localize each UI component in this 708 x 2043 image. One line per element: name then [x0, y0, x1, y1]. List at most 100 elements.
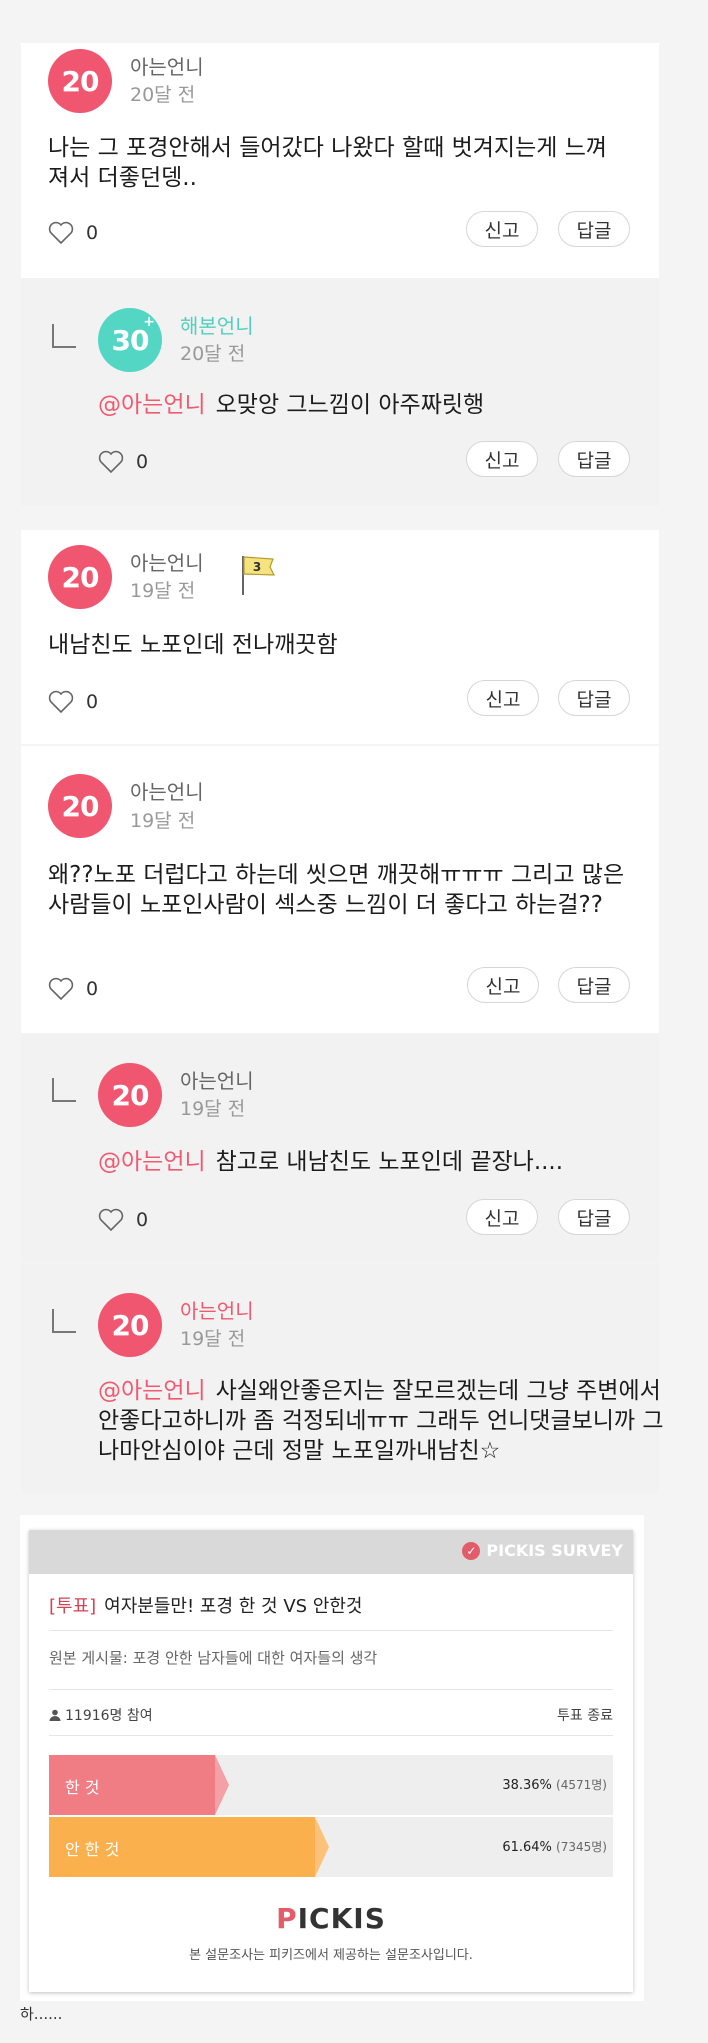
- like-count: 0: [86, 222, 99, 244]
- comment-time: 20달 전: [130, 84, 196, 106]
- survey-footer: 본 설문조사는 피키즈에서 제공하는 설문조사입니다.: [189, 1948, 473, 1963]
- flag-badge: 3: [239, 554, 277, 600]
- heart-icon: [48, 221, 74, 245]
- comment-body: 참고로 내남친도 노포인데 끝장나....: [215, 1149, 564, 1175]
- comment-time: 19달 전: [130, 810, 196, 832]
- flag-icon: 3: [242, 556, 275, 595]
- avatar-level: 20: [111, 1308, 150, 1342]
- comment-card: 20 아는언니 19달 전 왜??노포 더럽다고 하는데 씻으면 깨끗해ㅠㅠㅠ …: [21, 746, 659, 1033]
- avatar[interactable]: 20: [98, 1293, 162, 1357]
- option-fill-tip: [315, 1817, 329, 1877]
- comment-text: 내남친도 노포인데 전나깨끗함: [48, 632, 338, 658]
- like-button[interactable]: 0: [98, 450, 148, 474]
- reply-card: 20 아는언니 19달 전 @아는언니 사실왜안좋은지는 잘모르겠는데 그냥 주변…: [21, 1264, 664, 1494]
- reply-card: 30 + 해본언니 20달 전 @아는언니 오맞앙 그느낌이 아주짜릿행 0 신고 …: [21, 278, 659, 506]
- survey-brand[interactable]: ✓ PICKIS SURVEY: [462, 1541, 623, 1560]
- report-button[interactable]: 신고: [467, 680, 539, 716]
- like-button[interactable]: 0: [98, 1208, 148, 1232]
- survey-card: ✓ PICKIS SURVEY [투표] 여자분들만! 포경 한 것 VS 안한것…: [29, 1530, 633, 1992]
- post-text: 하......: [20, 2005, 63, 2023]
- avatar[interactable]: 20: [48, 774, 112, 838]
- heart-icon: [48, 690, 74, 714]
- reply-card: 20 아는언니 19달 전 @아는언니 참고로 내남친도 노포인데 끝장나....…: [21, 1033, 659, 1263]
- report-button[interactable]: 신고: [466, 1199, 538, 1235]
- divider: [49, 1735, 613, 1736]
- survey-status: 투표 종료: [557, 1708, 613, 1724]
- reply-button[interactable]: 답글: [558, 211, 630, 247]
- option-percent: 61.64%: [502, 1840, 552, 1855]
- survey-option[interactable]: 안 한 것 61.64% (7345명): [49, 1817, 613, 1877]
- option-result: 61.64% (7345명): [502, 1838, 607, 1855]
- survey-title-text: 여자분들만! 포경 한 것 VS 안한것: [104, 1596, 363, 1617]
- comment-time: 19달 전: [180, 1098, 246, 1120]
- avatar[interactable]: 20: [48, 545, 112, 609]
- participants-count: 11916명 참여: [65, 1708, 153, 1724]
- report-button[interactable]: 신고: [466, 441, 538, 477]
- reply-indent-icon: [52, 1078, 76, 1102]
- avatar[interactable]: 30 +: [98, 308, 162, 372]
- mention-link[interactable]: @아는언니: [98, 1378, 206, 1404]
- person-icon: [49, 1709, 61, 1721]
- like-button[interactable]: 0: [48, 977, 98, 1001]
- survey-header: ✓ PICKIS SURVEY: [29, 1530, 633, 1574]
- reply-button[interactable]: 답글: [558, 680, 630, 716]
- comment-nickname[interactable]: 아는언니: [130, 51, 204, 80]
- comment-text: @아는언니 사실왜안좋은지는 잘모르겠는데 그냥 주변에서 안좋다고하니까 좀 걱…: [98, 1376, 678, 1466]
- comment-card: 20 아는언니 19달 전 3 내남친도 노포인데 전나깨끗함 0 신고 답글: [21, 530, 659, 744]
- divider: [49, 1630, 613, 1631]
- option-label: 한 것: [65, 1778, 100, 1797]
- like-button[interactable]: 0: [48, 221, 98, 245]
- reply-indent-icon: [52, 324, 76, 348]
- avatar[interactable]: 20: [98, 1063, 162, 1127]
- survey-option[interactable]: 한 것 38.36% (4571명): [49, 1755, 613, 1815]
- avatar-level: 20: [61, 560, 100, 594]
- report-button[interactable]: 신고: [466, 211, 538, 247]
- comment-card: 20 아는언니 20달 전 나는 그 포경안해서 들어갔다 나왔다 할때 벗겨지…: [21, 43, 659, 278]
- comment-nickname[interactable]: 아는언니: [130, 547, 204, 576]
- like-count: 0: [136, 1209, 149, 1231]
- comment-text: @아는언니 참고로 내남친도 노포인데 끝장나....: [98, 1147, 678, 1177]
- like-count: 0: [136, 451, 149, 473]
- comment-time: 19달 전: [130, 580, 196, 602]
- divider: [49, 1689, 613, 1690]
- like-count: 0: [86, 691, 99, 713]
- avatar-plus: +: [143, 314, 155, 330]
- survey-tag: [투표]: [49, 1596, 97, 1617]
- like-count: 0: [86, 978, 99, 1000]
- option-count: (4571명): [556, 1778, 607, 1792]
- survey-title[interactable]: [투표] 여자분들만! 포경 한 것 VS 안한것: [49, 1592, 362, 1618]
- comment-nickname[interactable]: 해본언니: [180, 310, 254, 339]
- comment-nickname[interactable]: 아는언니: [130, 776, 204, 805]
- flag-number: 3: [253, 560, 261, 574]
- comment-body: 오맞앙 그느낌이 아주짜릿행: [215, 392, 485, 418]
- option-percent: 38.36%: [502, 1778, 552, 1793]
- heart-icon: [48, 977, 74, 1001]
- reply-button[interactable]: 답글: [558, 441, 630, 477]
- mention-link[interactable]: @아는언니: [98, 392, 206, 418]
- reply-indent-icon: [52, 1309, 76, 1333]
- option-fill-tip: [215, 1755, 229, 1815]
- option-label: 안 한 것: [65, 1840, 120, 1859]
- avatar-level: 20: [61, 64, 100, 98]
- comment-nickname[interactable]: 아는언니: [180, 1065, 254, 1094]
- comment-text: 왜??노포 더럽다고 하는데 씻으면 깨끗해ㅠㅠㅠ 그리고 많은 사람들이 노포…: [48, 862, 625, 918]
- comment-nickname[interactable]: 아는언니: [180, 1295, 254, 1324]
- comment-text: @아는언니 오맞앙 그느낌이 아주짜릿행: [98, 390, 678, 420]
- pickis-logo[interactable]: PICKIS: [29, 1902, 633, 1935]
- survey-source-link[interactable]: 원본 게시물: 포경 안한 남자들에 대한 여자들의 생각: [49, 1647, 377, 1668]
- like-button[interactable]: 0: [48, 690, 98, 714]
- avatar-level: 20: [111, 1078, 150, 1112]
- survey-participants: 11916명 참여: [49, 1705, 153, 1725]
- comment-time: 19달 전: [180, 1328, 246, 1350]
- mention-link[interactable]: @아는언니: [98, 1149, 206, 1175]
- avatar-level: 20: [61, 789, 100, 823]
- comment-text: 나는 그 포경안해서 들어갔다 나왔다 할때 벗겨지는게 느껴져서 더좋던뎅..: [48, 135, 608, 191]
- check-icon: ✓: [462, 1541, 481, 1560]
- report-button[interactable]: 신고: [467, 967, 539, 1003]
- survey-brand-label: PICKIS SURVEY: [486, 1541, 623, 1560]
- reply-button[interactable]: 답글: [558, 1199, 630, 1235]
- heart-icon: [98, 450, 124, 474]
- avatar[interactable]: 20: [48, 49, 112, 113]
- heart-icon: [98, 1208, 124, 1232]
- reply-button[interactable]: 답글: [558, 967, 630, 1003]
